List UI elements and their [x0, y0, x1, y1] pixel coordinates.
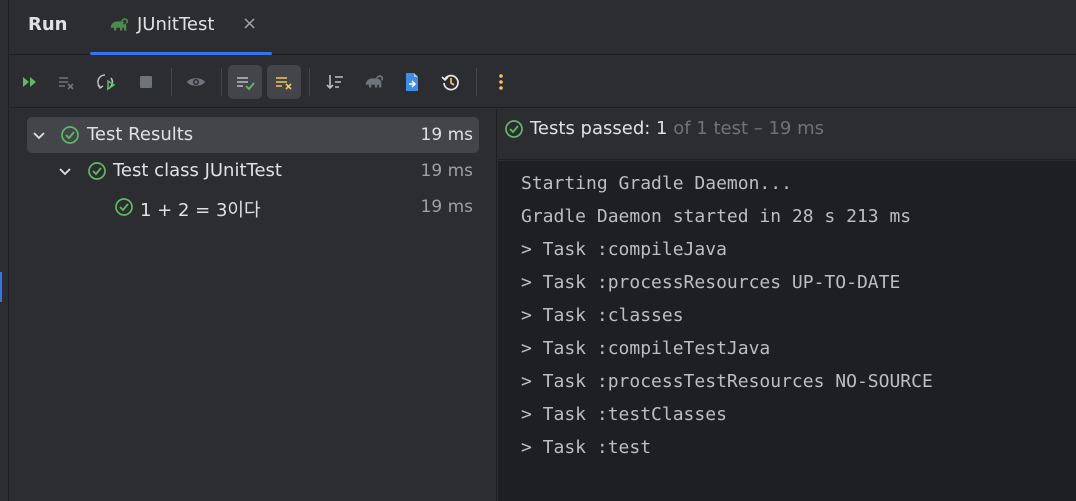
toolbar-separator	[171, 68, 172, 96]
tree-row-label: 1 + 2 = 3이다	[140, 200, 261, 221]
sort-icon	[326, 75, 343, 90]
test-passed-icon	[61, 126, 79, 144]
history-icon	[441, 74, 459, 91]
show-passed-button[interactable]	[228, 65, 262, 99]
chevron-down-icon[interactable]	[31, 127, 47, 143]
stop-icon	[140, 76, 152, 88]
console-output[interactable]: Starting Gradle Daemon... Gradle Daemon …	[498, 161, 1076, 501]
sort-button[interactable]	[318, 65, 352, 99]
eye-icon	[187, 78, 205, 86]
test-passed-icon	[505, 120, 523, 138]
stop-button[interactable]	[129, 65, 163, 99]
test-passed-icon	[115, 198, 133, 216]
tree-row-test-method[interactable]: 1 + 2 = 3이다 19 ms	[27, 189, 479, 225]
tree-row-test-results[interactable]: Test Results 19 ms	[27, 117, 479, 153]
export-button[interactable]	[395, 65, 429, 99]
rerun-failed-icon	[59, 77, 74, 90]
tree-row-duration: 19 ms	[420, 125, 473, 145]
tree-row-test-class[interactable]: Test class JUnitTest 19 ms	[27, 153, 479, 189]
tab-selected-underline	[90, 52, 272, 55]
console-line: > Task :compileTestJava	[521, 338, 771, 359]
console-line: > Task :processTestResources NO-SOURCE	[521, 371, 933, 392]
console-line: > Task :classes	[521, 305, 684, 326]
test-results-tree: Test Results 19 ms Test class JUnitTest …	[10, 109, 497, 501]
left-tool-stripe	[0, 0, 9, 501]
tree-row-label: Test Results	[87, 124, 194, 145]
toolbar-separator	[221, 68, 222, 96]
tool-window-title: Run	[28, 14, 68, 35]
console-line: > Task :test	[521, 437, 652, 458]
tree-row-duration: 19 ms	[420, 161, 473, 181]
test-status-bar: Tests passed: 1 of 1 test – 19 ms	[498, 109, 1076, 160]
chevron-down-icon[interactable]	[57, 163, 73, 179]
stripe-active-marker	[0, 272, 2, 302]
run-tool-header: Run JUnitTest ×	[10, 0, 1076, 55]
console-line: Starting Gradle Daemon...	[521, 173, 792, 194]
tests-passed-label: Tests passed: 1	[530, 118, 668, 139]
tree-row-duration: 19 ms	[420, 197, 473, 217]
test-passed-icon	[88, 162, 106, 180]
gradle-elephant-icon	[365, 75, 384, 88]
more-button[interactable]	[484, 65, 518, 99]
toggle-auto-test-button[interactable]	[89, 65, 123, 99]
export-icon	[406, 73, 418, 91]
tests-status-detail: of 1 test – 19 ms	[667, 118, 825, 139]
console-line: > Task :testClasses	[521, 404, 727, 425]
gradle-button[interactable]	[357, 65, 391, 99]
history-button[interactable]	[434, 65, 468, 99]
console-line: Gradle Daemon started in 28 s 213 ms	[521, 206, 912, 227]
rerun-button[interactable]	[13, 65, 47, 99]
run-toolbar	[10, 56, 1076, 108]
test-output-panel: Tests passed: 1 of 1 test – 19 ms Starti…	[498, 109, 1076, 501]
show-failed-button[interactable]	[267, 65, 301, 99]
tab-junittest[interactable]: JUnitTest ×	[90, 0, 272, 55]
console-line: > Task :compileJava	[521, 239, 727, 260]
rerun-failed-button[interactable]	[49, 65, 83, 99]
close-tab-icon[interactable]: ×	[242, 13, 257, 34]
tree-row-label: Test class JUnitTest	[113, 160, 282, 181]
rerun-icon	[23, 77, 36, 87]
more-vertical-icon	[499, 74, 503, 90]
toggle-auto-test-icon	[97, 74, 116, 91]
tab-label: JUnitTest	[137, 14, 215, 35]
show-ignored-button[interactable]	[179, 65, 213, 99]
show-passed-icon	[237, 77, 255, 91]
gradle-elephant-icon	[110, 18, 129, 31]
show-failed-icon	[276, 77, 292, 90]
toolbar-separator	[476, 68, 477, 96]
tests-status-text: Tests passed: 1 of 1 test – 19 ms	[530, 118, 824, 139]
toolbar-separator	[309, 68, 310, 96]
console-line: > Task :processResources UP-TO-DATE	[521, 272, 901, 293]
